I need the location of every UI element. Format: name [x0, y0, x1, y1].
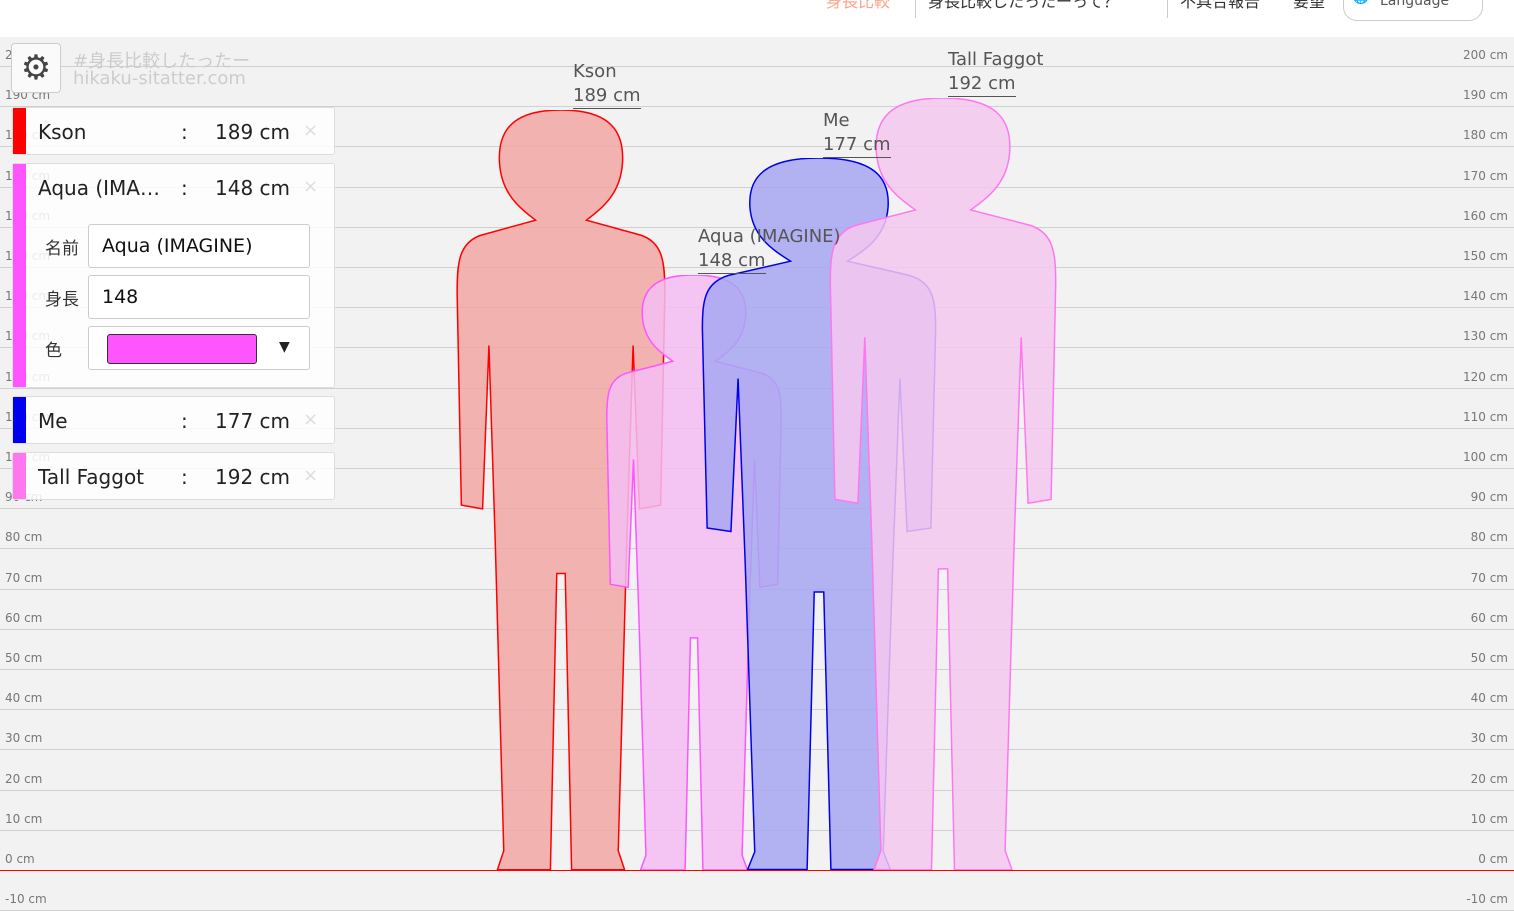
colon: :	[181, 176, 188, 200]
colon: :	[181, 120, 188, 144]
scale-label: 30 cm	[1470, 731, 1508, 746]
watermark-url: hikaku-sitatter.com	[73, 68, 246, 89]
scale-label: 180 cm	[1462, 128, 1508, 143]
language-button[interactable]: 🌐 Language	[1343, 0, 1483, 21]
scale-label: 200 cm	[1462, 48, 1508, 62]
scale-label: 120 cm	[1462, 369, 1508, 384]
person-height: 192 cm	[215, 465, 291, 489]
delete-icon[interactable]: ×	[303, 120, 318, 141]
delete-icon[interactable]: ×	[303, 176, 318, 197]
scale-label: 110 cm	[1462, 409, 1508, 424]
scale-label: 40 cm	[5, 691, 43, 706]
scale-label: 10 cm	[5, 811, 43, 826]
scale-label: 10 cm	[1470, 811, 1508, 826]
scale-label: 90 cm	[1470, 490, 1508, 505]
scale-label: 0 cm	[1478, 852, 1508, 866]
nav-height-compare[interactable]: 身長比較	[826, 0, 890, 12]
scale-label: 70 cm	[5, 570, 43, 585]
delete-icon[interactable]: ×	[303, 465, 318, 486]
ground-line	[0, 870, 1514, 871]
scale-label: 20 cm	[1470, 771, 1508, 786]
scale-label: 50 cm	[5, 651, 43, 665]
scale-label: 190 cm	[1462, 88, 1508, 103]
scale-label: -10 cm	[5, 892, 47, 907]
delete-icon[interactable]: ×	[303, 409, 318, 430]
figure-label-aqua: Aqua (IMAGINE) 148 cm	[698, 225, 841, 274]
scale-label: 40 cm	[1470, 691, 1508, 706]
person-card-aqua[interactable]: Aqua (IMA…: 148 cm × 名前 Aqua (IMAGINE) 身長 14…	[12, 163, 335, 388]
scale-label: 30 cm	[5, 731, 43, 746]
scale-label: 0 cm	[5, 852, 35, 866]
scale-label: 60 cm	[5, 610, 43, 625]
scale-label: 170 cm	[1462, 168, 1508, 183]
scale-label: 100 cm	[1462, 450, 1508, 464]
divider	[1167, 0, 1168, 18]
scale-label: 130 cm	[1462, 329, 1508, 344]
height-input[interactable]: 148	[88, 275, 310, 319]
person-card-kson[interactable]: Kson: 189 cm ×	[12, 107, 335, 155]
scale-label: 50 cm	[1470, 651, 1508, 665]
scale-label: 140 cm	[1462, 289, 1508, 304]
person-name: Aqua (IMA…	[38, 176, 160, 200]
figure-label-kson: Kson 189 cm	[573, 60, 641, 109]
settings-button[interactable]: ⚙	[11, 43, 61, 93]
nav-request[interactable]: 要望	[1293, 0, 1325, 12]
figure-label-tall-faggot: Tall Faggot 192 cm	[948, 48, 1043, 97]
scale-label: 60 cm	[1470, 610, 1508, 625]
person-card-tall-faggot[interactable]: Tall Faggot: 192 cm ×	[12, 452, 335, 500]
scale-label: 160 cm	[1462, 208, 1508, 223]
top-nav: 身長比較 身長比較したったーって？ 不具合報告 要望 🌐 Language	[0, 0, 1514, 37]
scale-label: 70 cm	[1470, 570, 1508, 585]
silhouette-tall-faggot[interactable]	[828, 98, 1058, 870]
person-height: 148 cm	[215, 176, 291, 200]
person-height: 177 cm	[215, 409, 291, 433]
person-name: Tall Faggot	[38, 465, 145, 489]
globe-icon: 🌐	[1352, 0, 1369, 5]
scale-label: 150 cm	[1462, 249, 1508, 263]
language-label: Language	[1380, 0, 1450, 9]
scale-label: 80 cm	[1470, 530, 1508, 545]
colon: :	[181, 409, 188, 433]
person-card-me[interactable]: Me: 177 cm ×	[12, 396, 335, 444]
scale-label: -10 cm	[1466, 892, 1508, 907]
height-label: 身長	[45, 290, 79, 310]
name-label: 名前	[45, 239, 79, 259]
divider	[915, 0, 916, 18]
color-label: 色	[45, 341, 62, 361]
nav-about[interactable]: 身長比較したったーって？	[928, 0, 1119, 12]
person-name: Me	[38, 409, 68, 433]
color-swatch[interactable]	[107, 334, 257, 364]
gear-icon: ⚙	[20, 48, 52, 88]
person-height: 189 cm	[215, 120, 291, 144]
nav-bug-report[interactable]: 不具合報告	[1180, 0, 1260, 12]
scale-label: 80 cm	[5, 530, 43, 545]
name-input[interactable]: Aqua (IMAGINE)	[88, 224, 310, 268]
color-select[interactable]: ▼	[88, 326, 310, 370]
scale-label: 20 cm	[5, 771, 43, 786]
dropdown-arrow-icon[interactable]: ▼	[279, 339, 290, 355]
colon: :	[181, 465, 188, 489]
person-name: Kson	[38, 120, 87, 144]
figure-label-me: Me 177 cm	[823, 109, 891, 158]
